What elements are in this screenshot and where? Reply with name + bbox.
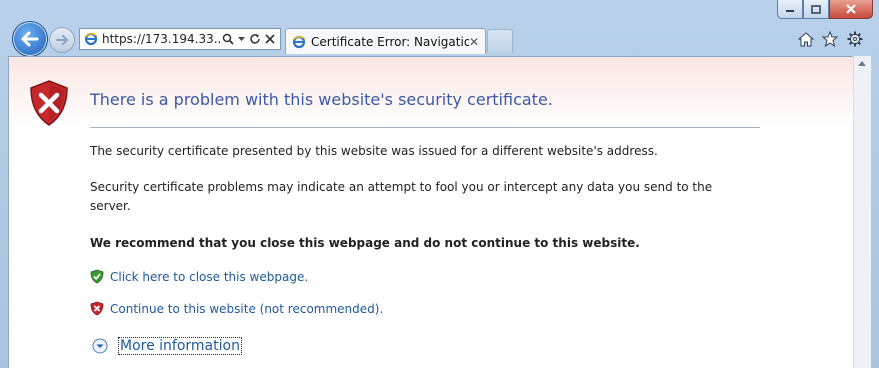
tools-gear-icon xyxy=(847,31,863,47)
stop-icon[interactable] xyxy=(265,34,275,44)
search-icon[interactable] xyxy=(222,33,234,45)
close-webpage-link-label[interactable]: Click here to close this webpage. xyxy=(110,270,308,284)
close-button[interactable] xyxy=(829,0,873,19)
minimize-button[interactable] xyxy=(777,0,803,19)
new-tab-button[interactable] xyxy=(487,29,513,53)
title-bar: https://173.194.33.... Certificate Error… xyxy=(0,0,879,57)
continue-website-link-label[interactable]: Continue to this website (not recommende… xyxy=(110,302,383,316)
maximize-button[interactable] xyxy=(803,0,829,19)
forward-button[interactable] xyxy=(49,27,75,53)
tab-certificate-error[interactable]: Certificate Error: Navigation... ✕ xyxy=(285,28,486,54)
tab-title: Certificate Error: Navigation... xyxy=(311,34,469,49)
warning-paragraph: Security certificate problems may indica… xyxy=(90,180,713,213)
favorites-button[interactable] xyxy=(820,29,840,49)
expand-chevron-icon xyxy=(92,338,108,354)
back-arrow-icon xyxy=(21,31,39,47)
page-title: There is a problem with this website's s… xyxy=(90,90,553,109)
window-controls xyxy=(777,0,873,20)
tools-button[interactable] xyxy=(845,29,865,49)
recommendation-text: We recommend that you close this webpage… xyxy=(90,236,640,250)
continue-website-link[interactable]: Continue to this website (not recommende… xyxy=(90,301,383,316)
more-information-toggle[interactable]: More information xyxy=(92,337,242,355)
ie-tab-icon xyxy=(292,35,306,48)
close-webpage-link[interactable]: Click here to close this webpage. xyxy=(90,269,308,284)
maximize-icon xyxy=(811,4,821,14)
refresh-icon[interactable] xyxy=(249,33,261,45)
close-icon xyxy=(846,4,856,14)
address-url[interactable]: https://173.194.33.... xyxy=(102,32,222,46)
forward-arrow-icon xyxy=(56,35,68,45)
red-shield-x-icon xyxy=(90,301,104,316)
divider xyxy=(90,127,760,128)
browser-window: https://173.194.33.... Certificate Error… xyxy=(0,0,879,368)
tab-close-button[interactable]: ✕ xyxy=(469,35,479,49)
dropdown-arrow-icon[interactable] xyxy=(238,36,245,42)
minimize-icon xyxy=(786,10,794,12)
home-icon xyxy=(798,31,814,46)
vertical-scrollbar[interactable] xyxy=(853,56,871,368)
back-button[interactable] xyxy=(12,21,48,57)
security-warning-shield-icon xyxy=(30,80,68,126)
more-information-label[interactable]: More information xyxy=(118,337,242,355)
favorites-star-icon xyxy=(822,31,838,47)
home-button[interactable] xyxy=(796,29,816,49)
address-bar[interactable]: https://173.194.33.... xyxy=(79,28,281,50)
ie-page-icon xyxy=(84,32,98,46)
green-shield-check-icon xyxy=(90,269,104,284)
scroll-up-arrow-icon[interactable] xyxy=(858,61,866,66)
explanation-paragraph: The security certificate presented by th… xyxy=(90,144,658,158)
